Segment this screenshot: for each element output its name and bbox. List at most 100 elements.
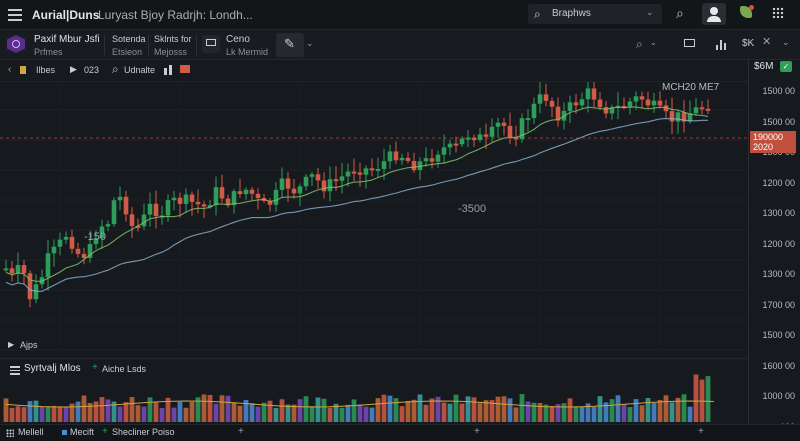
candle-body	[63, 236, 69, 240]
panel-label[interactable]: Ajps	[20, 340, 38, 350]
count-label[interactable]: 023	[84, 65, 99, 75]
check-badge-icon[interactable]: ✓	[780, 61, 792, 72]
candle-body	[531, 103, 537, 119]
candle-body	[21, 265, 27, 274]
play-icon[interactable]: ▶	[70, 64, 77, 75]
candle-body	[201, 204, 207, 207]
volume-bar	[231, 402, 237, 422]
flag-icon[interactable]	[180, 65, 190, 73]
volume-bar	[381, 394, 387, 422]
page-title: Luryast Bjoy Radrjh: Londh...	[98, 8, 253, 22]
status-item3[interactable]: Shecliner Poiso	[112, 427, 175, 437]
monitor-icon	[206, 39, 216, 46]
candle-body	[411, 160, 417, 171]
volume-bar	[105, 399, 111, 422]
search-input[interactable]: Braphws	[552, 8, 591, 19]
close-icon[interactable]: ✕	[762, 35, 771, 48]
field-ceno[interactable]: Ceno	[226, 34, 250, 45]
chevron-down-icon[interactable]: ⌄	[650, 38, 657, 47]
volume-bar	[501, 396, 507, 422]
axis-tick-label: 1200 00	[762, 238, 795, 249]
compare-icon[interactable]	[164, 65, 174, 75]
search-box[interactable]: ⌕ Braphws ⌄	[528, 4, 662, 24]
candle-body	[279, 178, 285, 190]
zoom-icon[interactable]: ⌕	[636, 37, 643, 52]
volume-bar	[519, 394, 525, 422]
crosshair-icon[interactable]: +	[698, 426, 704, 437]
moving-average-slow	[5, 118, 708, 292]
price-axis[interactable]: 1500 00 1500 00 1300 00 1200 00 1300 00 1200 …	[748, 60, 800, 432]
plus-icon[interactable]: +	[102, 426, 108, 437]
search-icon: ⌕	[534, 7, 541, 21]
crosshair-icon[interactable]: +	[238, 426, 244, 437]
candle-body	[393, 151, 399, 161]
field-sotenda[interactable]: Sotenda	[112, 34, 146, 44]
volume-bar	[219, 395, 225, 422]
volume-bar	[81, 395, 87, 422]
candle-icon	[20, 66, 26, 74]
magnifier-icon[interactable]: ⌕	[676, 5, 684, 22]
status-item2[interactable]: Mecift	[70, 427, 94, 437]
candle-body	[189, 194, 195, 202]
volume-bar	[279, 399, 285, 422]
chevron-down-icon[interactable]: ⌄	[306, 38, 314, 49]
candle-body	[693, 107, 699, 114]
currency-label[interactable]: $K	[742, 38, 754, 49]
volume-chart[interactable]	[0, 372, 748, 424]
volume-bar	[483, 400, 489, 422]
candle-body	[327, 179, 333, 192]
price-chart[interactable]	[0, 82, 748, 358]
crosshair-icon[interactable]: +	[474, 426, 480, 437]
candle-body	[51, 246, 57, 254]
candle-body	[483, 134, 489, 137]
candle-body	[297, 186, 303, 194]
volume-bar	[693, 374, 699, 422]
symbol-name[interactable]: Paxif Mbur Jsfi	[34, 34, 100, 45]
candle-body	[339, 176, 345, 181]
volume-bar	[351, 399, 357, 422]
volume-bar	[201, 394, 207, 422]
candle-body	[657, 100, 663, 106]
interval-label[interactable]: Ilbes	[36, 65, 55, 75]
candle-body	[117, 196, 123, 201]
apps-grid-icon[interactable]	[772, 7, 784, 19]
axis-tick-label: 1700 00	[762, 299, 795, 310]
volume-bar	[363, 406, 369, 422]
screen-icon[interactable]	[684, 39, 695, 47]
chevron-down-icon[interactable]: ⌄	[782, 37, 790, 48]
chevron-down-icon[interactable]: ⌄	[646, 7, 654, 18]
volume-bar	[465, 396, 471, 422]
symbol-logo-icon[interactable]	[7, 35, 25, 53]
indicators-button[interactable]: Udnalte	[124, 65, 155, 75]
candle-body	[177, 197, 183, 204]
bar-chart-icon[interactable]	[716, 39, 728, 50]
candle-body	[153, 203, 159, 217]
draw-tool-button[interactable]: ✎	[276, 33, 304, 57]
collapse-icon[interactable]: ▶	[8, 340, 14, 349]
axis-tick-label: 1500 00	[762, 116, 795, 127]
candle-body	[573, 102, 579, 106]
search-icon[interactable]: ⌕	[112, 62, 119, 77]
candle-body	[645, 99, 651, 106]
volume-bar	[393, 398, 399, 422]
volume-bar	[579, 406, 585, 422]
chart-type-button[interactable]	[202, 35, 220, 53]
user-avatar-icon[interactable]	[702, 3, 726, 25]
back-icon[interactable]: ‹	[8, 64, 11, 75]
status-left[interactable]: Mellell	[18, 427, 44, 437]
grid-icon[interactable]	[6, 429, 14, 437]
candle-body	[549, 100, 555, 107]
candle-body	[429, 158, 435, 162]
candle-body	[567, 102, 573, 111]
menu-icon[interactable]	[8, 9, 22, 21]
volume-bar	[189, 401, 195, 422]
candle-body	[213, 187, 219, 206]
field-sklnts[interactable]: Sklnts for	[154, 34, 192, 44]
volume-bar	[417, 394, 423, 422]
candle-body	[273, 189, 279, 205]
volume-bar	[147, 397, 153, 422]
volume-bar	[651, 403, 657, 422]
app-logo[interactable]: Aurial|Duns	[32, 8, 99, 22]
volume-bar	[21, 407, 27, 422]
candle-body	[633, 96, 639, 102]
